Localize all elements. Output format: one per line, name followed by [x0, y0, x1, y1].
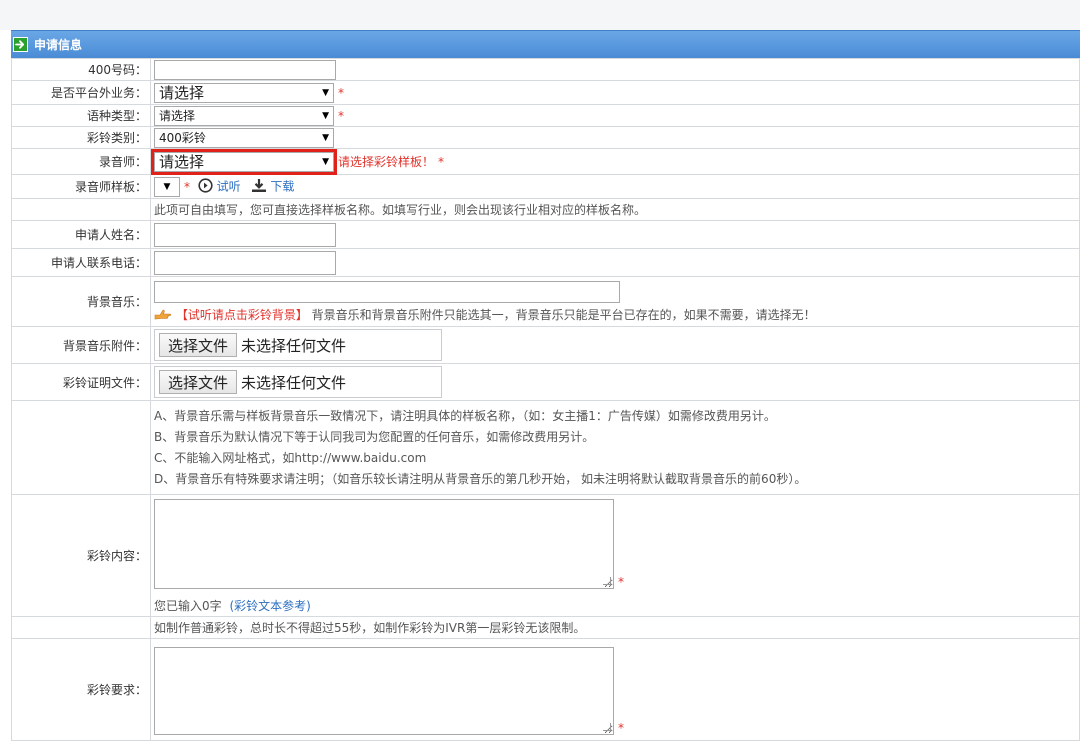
choose-file-button[interactable]: 选择文件 [159, 370, 238, 394]
row-applicant-name: 申请人姓名： [11, 220, 1080, 249]
play-circle-icon[interactable] [198, 177, 213, 196]
ringtone-category-select[interactable]: 400彩铃 ▼ [154, 127, 334, 148]
applicant-name-input[interactable] [154, 222, 336, 247]
required-mark: * [618, 721, 624, 735]
label-applicant-phone: 申请人联系电话： [11, 248, 151, 277]
panel-header: 申请信息 [11, 30, 1080, 58]
row-bg-notes: A、背景音乐需与样板背景音乐一致情况下，请注明具体的样板名称，（如：女主播1：广… [11, 400, 1080, 495]
language-type-value: 请选择 [159, 109, 196, 123]
label-empty [11, 616, 151, 639]
label-applicant-name: 申请人姓名： [11, 220, 151, 249]
row-recorder: 录音师： 请选择 ▼ 请选择彩铃样板！ * [11, 148, 1080, 175]
bg-music-audition-link[interactable]: 【试听请点击彩铃背景】 [176, 308, 308, 322]
ringtone-content-textarea[interactable] [154, 499, 614, 589]
row-recorder-template: 录音师样板： ▼ * 试听 下载 [11, 174, 1080, 199]
required-mark: * [618, 575, 624, 589]
recorder-warning: 请选择彩铃样板！ [338, 155, 435, 169]
row-language-type: 语种类型： 请选择 ▼ * [11, 104, 1080, 127]
chevron-down-icon: ▼ [322, 156, 329, 167]
ringtone-category-value: 400彩铃 [159, 131, 206, 145]
label-ringtone-content: 彩铃内容： [11, 494, 151, 617]
bg-music-file-input[interactable]: 选择文件 未选择任何文件 [154, 329, 442, 361]
duration-note: 如制作普通彩铃，总时长不得超过55秒，如制作彩铃为IVR第一层彩铃无该限制。 [150, 616, 1080, 639]
top-bar [0, 0, 1080, 30]
chevron-down-icon: ▼ [322, 110, 329, 121]
hand-pointer-icon [154, 308, 172, 324]
required-mark: * [438, 154, 445, 169]
row-bg-music: 背景音乐： 【试听请点击彩铃背景】 背景音乐和背景音乐附件只能选其一，背景音乐只… [11, 276, 1080, 327]
bg-music-input[interactable] [154, 281, 620, 304]
content-counter: 您已输入0字 [154, 599, 222, 613]
download-link[interactable]: 下载 [270, 179, 294, 193]
row-bg-music-attachment: 背景音乐附件： 选择文件 未选择任何文件 [11, 326, 1080, 364]
row-ringtone-category: 彩铃类别： 400彩铃 ▼ [11, 126, 1080, 149]
label-recorder-template: 录音师样板： [11, 174, 151, 199]
template-hint: 此项可自由填写，您可直接选择样板名称。如填写行业，则会出现该行业相对应的样板名称… [150, 198, 1080, 221]
application-form: 400号码： 是否平台外业务： 请选择 ▼ * 语种类型： 请选择 ▼ * 彩铃… [11, 58, 1080, 741]
label-bg-music-attachment: 背景音乐附件： [11, 326, 151, 364]
required-mark: * [338, 108, 344, 123]
label-empty [11, 400, 151, 495]
label-recorder: 录音师： [11, 148, 151, 175]
recorder-select[interactable]: 请选择 ▼ [151, 148, 337, 175]
label-empty [11, 198, 151, 221]
bg-note-a: A、背景音乐需与样板背景音乐一致情况下，请注明具体的样板名称，（如：女主播1：广… [154, 408, 776, 423]
row-ringtone-requirement: 彩铃要求： * [11, 638, 1080, 741]
download-icon[interactable] [251, 178, 267, 196]
bg-note-c: C、不能输入网址格式，如http://www.baidu.com [154, 450, 427, 465]
ringtone-proof-file-input[interactable]: 选择文件 未选择任何文件 [154, 366, 442, 398]
off-platform-select[interactable]: 请选择 ▼ [154, 82, 334, 103]
page: 申请信息 400号码： 是否平台外业务： 请选择 ▼ * 语种类型： 请选择 ▼… [0, 0, 1080, 756]
row-off-platform: 是否平台外业务： 请选择 ▼ * [11, 80, 1080, 105]
panel-title: 申请信息 [34, 38, 83, 52]
required-mark: * [338, 85, 344, 100]
recorder-template-select[interactable]: ▼ [154, 176, 180, 197]
required-mark: * [184, 179, 190, 194]
ringtone-text-reference-link[interactable]: (彩铃文本参考) [229, 599, 310, 613]
row-duration-note: 如制作普通彩铃，总时长不得超过55秒，如制作彩铃为IVR第一层彩铃无该限制。 [11, 616, 1080, 639]
bg-music-hint: 背景音乐和背景音乐附件只能选其一，背景音乐只能是平台已存在的，如果不需要，请选择… [311, 308, 816, 323]
bg-note-d: D、背景音乐有特殊要求请注明；（如音乐较长请注明从背景音乐的第几秒开始， 如未注… [154, 471, 807, 486]
applicant-phone-input[interactable] [154, 250, 336, 275]
file-status: 未选择任何文件 [241, 336, 347, 355]
row-400-number: 400号码： [11, 58, 1080, 81]
number-400-input[interactable] [154, 59, 336, 80]
row-ringtone-proof: 彩铃证明文件： 选择文件 未选择任何文件 [11, 363, 1080, 401]
chevron-down-icon: ▼ [322, 132, 329, 143]
label-400-number: 400号码： [11, 58, 151, 81]
recorder-value: 请选择 [159, 153, 205, 171]
row-applicant-phone: 申请人联系电话： [11, 248, 1080, 277]
choose-file-button[interactable]: 选择文件 [159, 333, 238, 357]
off-platform-value: 请选择 [159, 84, 205, 102]
chevron-down-icon: ▼ [163, 181, 171, 192]
label-ringtone-requirement: 彩铃要求： [11, 638, 151, 741]
row-template-hint: 此项可自由填写，您可直接选择样板名称。如填写行业，则会出现该行业相对应的样板名称… [11, 198, 1080, 221]
label-off-platform: 是否平台外业务： [11, 80, 151, 105]
audition-link[interactable]: 试听 [217, 179, 241, 193]
resize-grip-icon[interactable] [603, 577, 611, 585]
file-status: 未选择任何文件 [241, 373, 347, 392]
language-type-select[interactable]: 请选择 ▼ [154, 105, 334, 126]
chevron-down-icon: ▼ [322, 87, 329, 98]
label-ringtone-category: 彩铃类别： [11, 126, 151, 149]
bg-note-b: B、背景音乐为默认情况下等于认同我司为您配置的任何音乐，如需修改费用另计。 [154, 429, 595, 444]
label-ringtone-proof: 彩铃证明文件： [11, 363, 151, 401]
ringtone-requirement-textarea[interactable] [154, 647, 614, 735]
resize-grip-icon[interactable] [603, 723, 611, 731]
arrow-right-icon [13, 37, 28, 52]
label-language-type: 语种类型： [11, 104, 151, 127]
label-bg-music: 背景音乐： [11, 276, 151, 327]
row-ringtone-content: 彩铃内容： * 您已输入0字 (彩铃文本参考) [11, 494, 1080, 617]
